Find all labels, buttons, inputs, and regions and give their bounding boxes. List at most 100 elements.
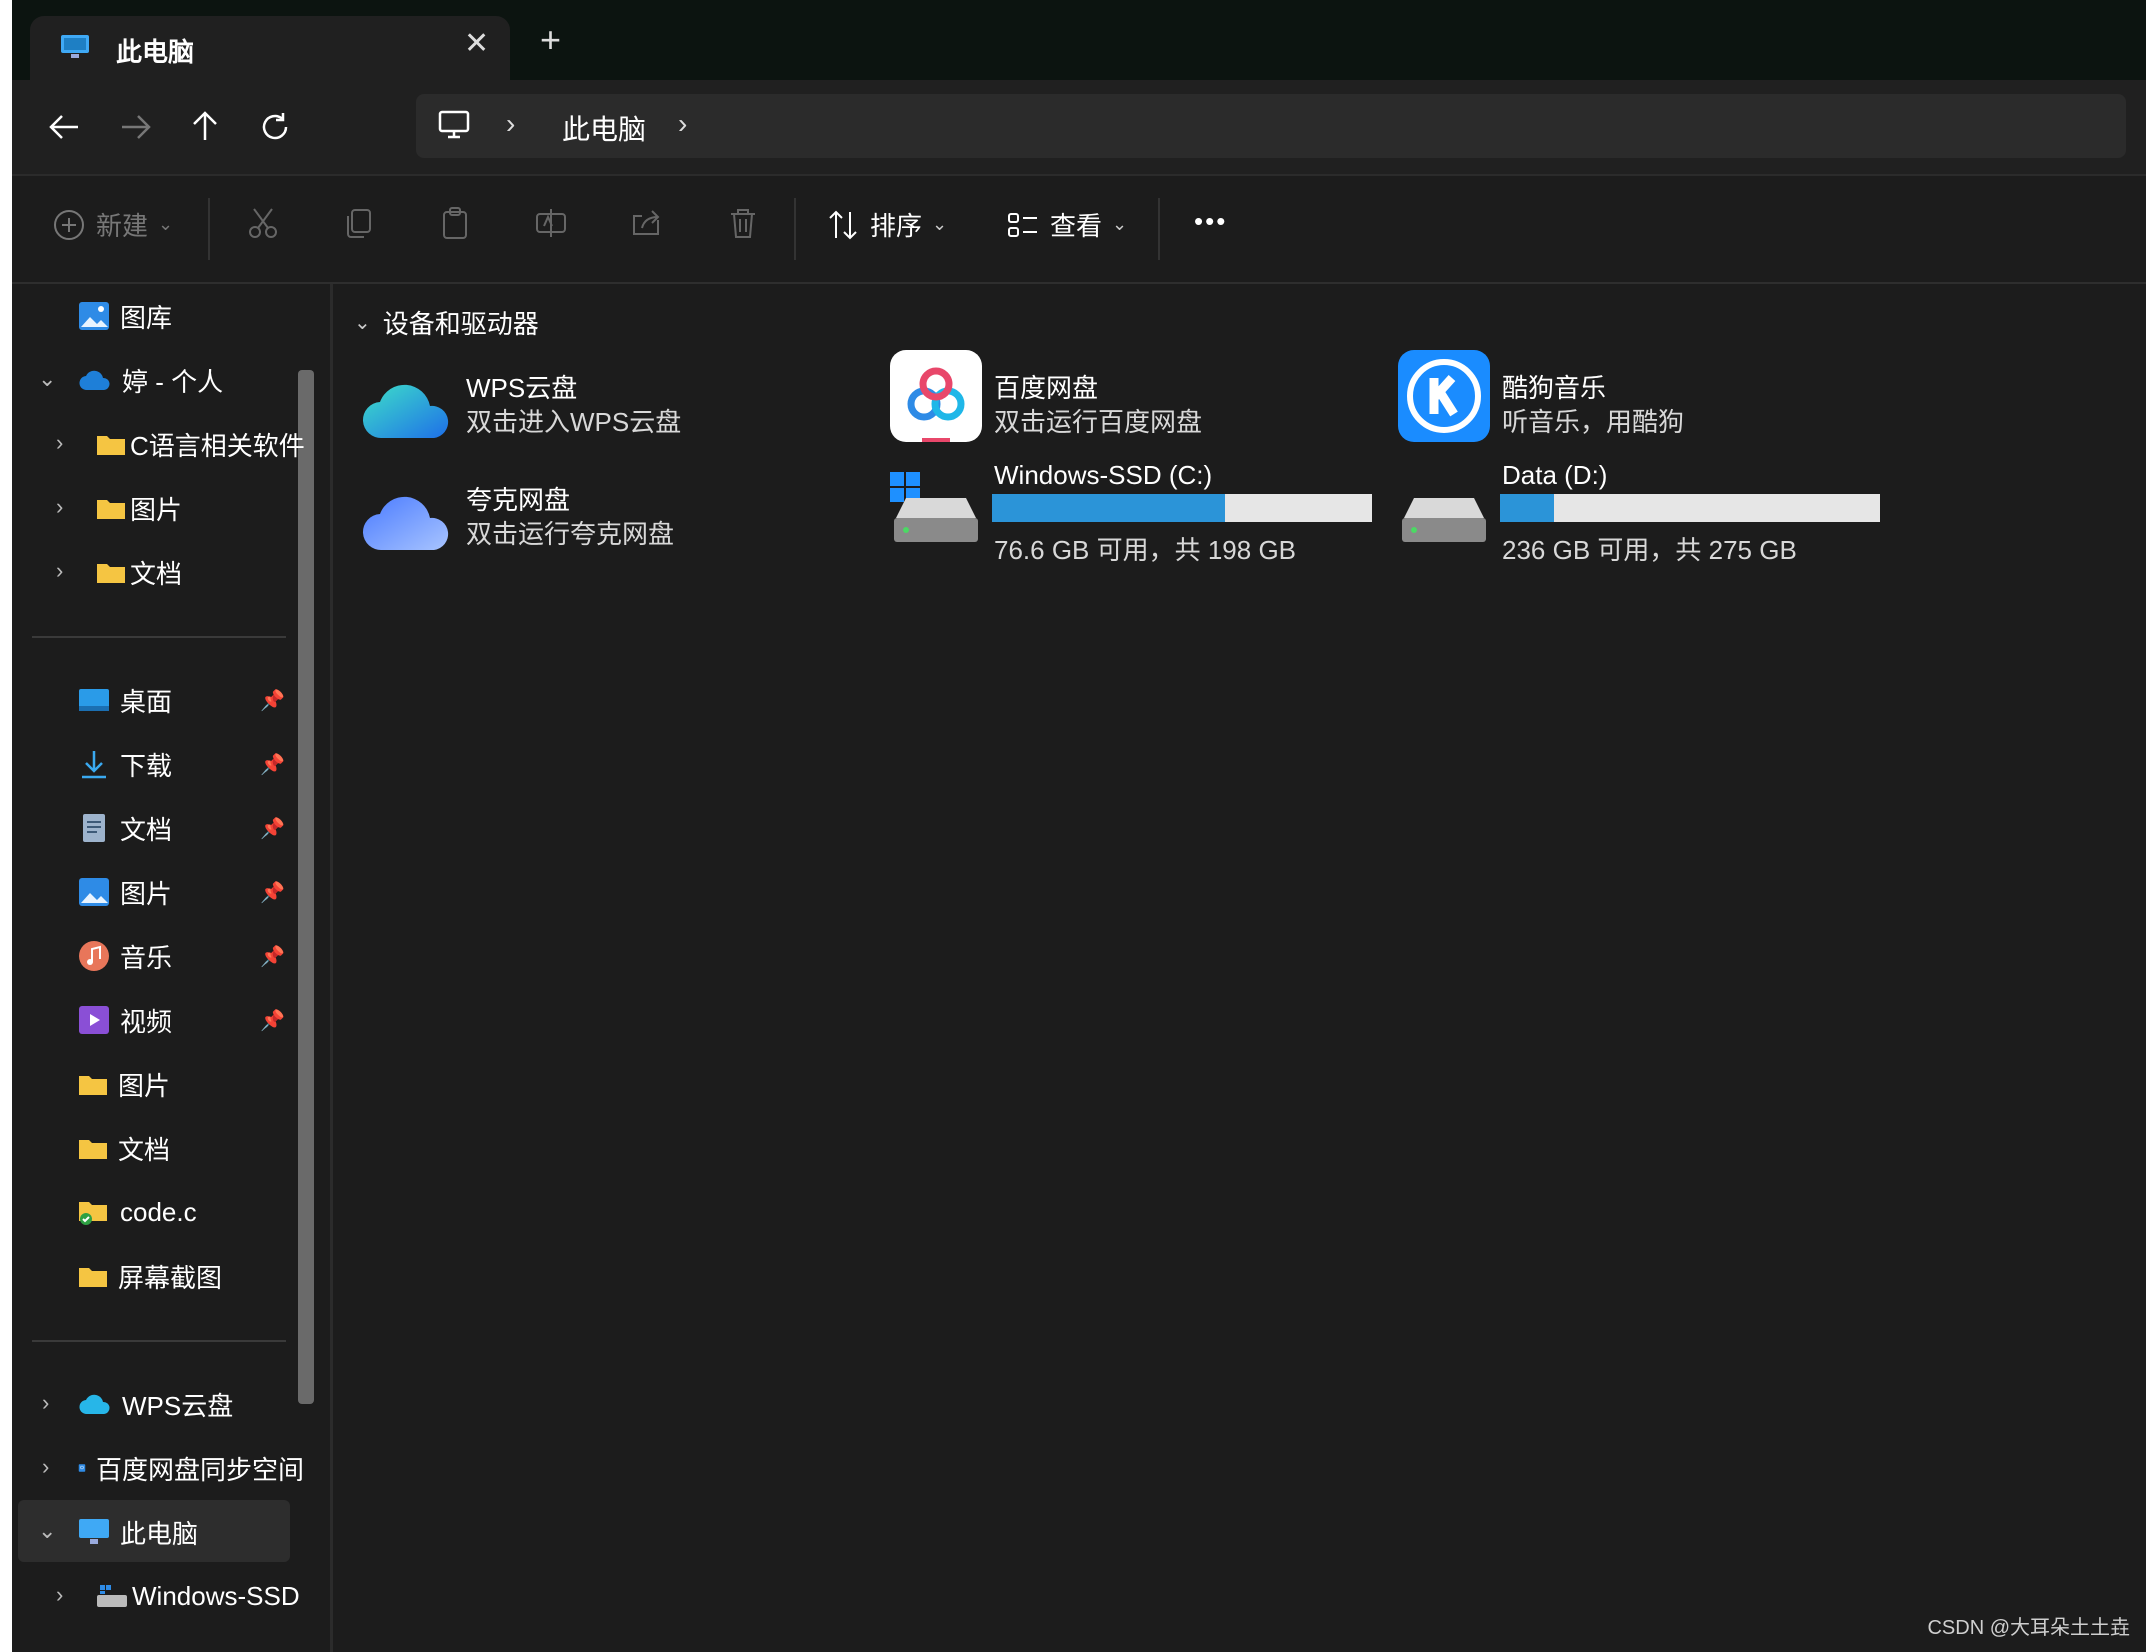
sidebar-item-downloads[interactable]: 下载: [78, 734, 172, 794]
sidebar-item-code-c[interactable]: code.c: [78, 1182, 197, 1242]
sidebar-item-label: 图片: [120, 878, 173, 909]
breadcrumb-this-pc[interactable]: 此电脑: [562, 108, 646, 148]
kugou-music-icon: [1398, 350, 1490, 442]
chevron-down-icon[interactable]: ⌄: [38, 366, 56, 392]
copy-button[interactable]: [342, 206, 376, 240]
refresh-button[interactable]: [250, 102, 300, 152]
music-icon: [79, 941, 109, 971]
copy-icon: [347, 209, 371, 238]
chevron-down-icon: ⌄: [354, 312, 371, 334]
command-bar: 新建 ⌄ 排序 ⌄ 查看 ⌄ •••: [12, 176, 2146, 284]
drive-usage-fill: [992, 494, 1225, 522]
sidebar-item-screenshots[interactable]: 屏幕截图: [78, 1246, 222, 1306]
sidebar-item-videos[interactable]: 视频: [78, 990, 172, 1050]
app-description: 双击运行百度网盘: [994, 407, 1203, 437]
sidebar-item-od-pictures[interactable]: 图片: [96, 478, 182, 538]
sidebar-item-c-software[interactable]: C语言相关软件: [96, 414, 308, 474]
sidebar-item-desktop[interactable]: 桌面: [78, 670, 172, 730]
rename-button[interactable]: [534, 206, 568, 240]
forward-button[interactable]: [110, 102, 160, 152]
wps-cloud-icon: [79, 1394, 110, 1415]
refresh-icon: [262, 113, 288, 140]
chevron-right-icon[interactable]: ›: [42, 1390, 49, 1416]
sidebar-item-label: 文档: [130, 558, 183, 589]
sidebar-item-folder-pictures[interactable]: 图片: [78, 1054, 170, 1114]
folder-icon: [97, 436, 125, 455]
view-button[interactable]: 查看 ⌄: [1006, 206, 1127, 243]
more-options-button[interactable]: •••: [1194, 206, 1227, 237]
separator: [794, 198, 796, 260]
app-tile-quark[interactable]: 夸克网盘 双击运行夸克网盘: [360, 472, 840, 572]
address-bar[interactable]: › 此电脑 ›: [416, 94, 2126, 158]
cut-button[interactable]: [246, 206, 280, 240]
chevron-right-icon[interactable]: ›: [42, 1454, 49, 1480]
sidebar-item-folder-documents[interactable]: 文档: [78, 1118, 170, 1178]
monitor-icon: [60, 34, 90, 65]
section-title: 设备和驱动器: [382, 309, 539, 339]
view-icon: [1008, 212, 1037, 237]
breadcrumb-chevron[interactable]: ›: [506, 108, 515, 140]
chevron-right-icon[interactable]: ›: [56, 494, 63, 520]
drive-tile-c[interactable]: Windows-SSD (C:) 76.6 GB 可用，共 198 GB: [888, 460, 1372, 570]
drive-name: Data (D:): [1502, 460, 1608, 490]
separator: [208, 198, 210, 260]
sort-button[interactable]: 排序 ⌄: [826, 206, 947, 243]
app-description: 双击运行夸克网盘: [466, 519, 675, 549]
back-button[interactable]: [40, 102, 90, 152]
section-header[interactable]: ⌄ 设备和驱动器: [354, 304, 539, 341]
share-button[interactable]: [630, 206, 664, 240]
close-tab-icon[interactable]: ✕: [464, 26, 489, 61]
folder-icon: [79, 1076, 107, 1095]
sidebar-item-wps-cloud[interactable]: WPS云盘: [78, 1374, 233, 1434]
drive-free-space: 76.6 GB 可用，共 198 GB: [994, 535, 1297, 565]
sidebar-item-od-documents[interactable]: 文档: [96, 542, 182, 602]
baidu-netdisk-icon: [890, 350, 982, 442]
sidebar-item-windows-ssd[interactable]: Windows-SSD: [96, 1566, 304, 1626]
tab-this-pc[interactable]: 此电脑 ✕: [30, 16, 510, 80]
pin-icon[interactable]: 📌: [260, 688, 285, 713]
pane-splitter[interactable]: [330, 284, 333, 1652]
monitor-icon: [79, 1519, 109, 1544]
chevron-right-icon[interactable]: ›: [56, 430, 63, 456]
sidebar-item-baidu-sync[interactable]: 百度网盘同步空间: [78, 1438, 304, 1498]
up-button[interactable]: [180, 102, 230, 152]
chevron-right-icon[interactable]: ›: [56, 558, 63, 584]
folder-icon: [97, 564, 125, 583]
chevron-down-icon[interactable]: ⌄: [38, 1518, 56, 1544]
sidebar-scrollbar[interactable]: [298, 370, 314, 1404]
paste-button[interactable]: [438, 206, 472, 240]
pin-icon[interactable]: 📌: [260, 1008, 285, 1033]
drive-icon: [1402, 498, 1486, 542]
breadcrumb-chevron[interactable]: ›: [678, 108, 687, 140]
new-tab-button[interactable]: +: [540, 22, 561, 58]
sidebar-item-music[interactable]: 音乐: [78, 926, 172, 986]
sidebar-item-documents[interactable]: 文档: [78, 798, 172, 858]
tab-title: 此电脑: [116, 37, 195, 67]
drive-free-space: 236 GB 可用，共 275 GB: [1502, 535, 1797, 565]
sidebar-item-onedrive[interactable]: 婷 - 个人: [78, 350, 223, 410]
sidebar-item-label: 图片: [118, 1070, 171, 1101]
pin-icon[interactable]: 📌: [260, 816, 285, 841]
chevron-right-icon[interactable]: ›: [56, 1582, 63, 1608]
cloud-icon: [79, 370, 110, 391]
pin-icon[interactable]: 📌: [260, 880, 285, 905]
delete-button[interactable]: [726, 206, 760, 240]
explorer-window: 此电脑 ✕ + › 此电脑 › 新建 ⌄ 排序 ⌄ 查看 ⌄ ••• 图库 ⌄ …: [12, 0, 2146, 1652]
video-icon: [79, 1006, 109, 1034]
app-tile-kugou[interactable]: 酷狗音乐 听音乐，用酷狗: [1396, 348, 1876, 448]
drive-usage-bar: [992, 494, 1372, 522]
sidebar-item-this-pc[interactable]: 此电脑: [78, 1502, 198, 1562]
wps-cloud-icon: [362, 384, 449, 439]
sidebar-item-gallery[interactable]: 图库: [78, 286, 172, 346]
pin-icon[interactable]: 📌: [260, 752, 285, 777]
app-tile-baidu[interactable]: 百度网盘 双击运行百度网盘: [888, 348, 1368, 448]
pin-icon[interactable]: 📌: [260, 944, 285, 969]
drive-tile-d[interactable]: Data (D:) 236 GB 可用，共 275 GB: [1396, 460, 1880, 570]
new-button[interactable]: 新建 ⌄: [52, 206, 173, 243]
new-label: 新建: [96, 211, 149, 241]
arrow-right-icon: [122, 115, 151, 139]
sidebar-item-label: 音乐: [120, 942, 173, 973]
app-tile-wps[interactable]: WPS云盘 双击进入WPS云盘: [360, 360, 840, 460]
sidebar-item-pictures[interactable]: 图片: [78, 862, 172, 922]
separator: [1158, 198, 1160, 260]
